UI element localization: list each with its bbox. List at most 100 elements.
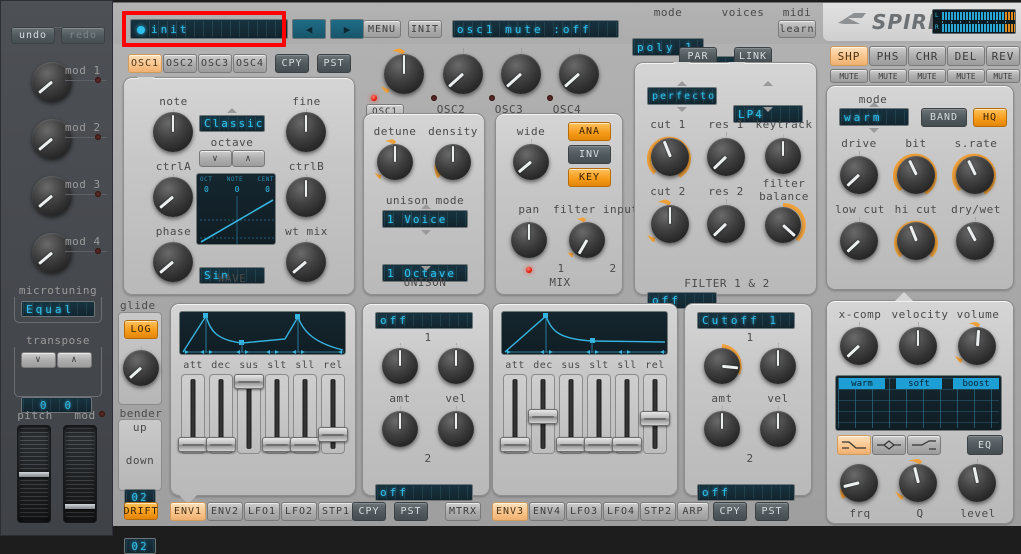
tab-shp[interactable]: SHP xyxy=(830,46,868,66)
tab-lfo3[interactable]: LFO3 xyxy=(566,502,602,521)
env1-sll-slider[interactable] xyxy=(290,374,320,454)
tab-rev[interactable]: REV xyxy=(986,46,1020,66)
env-left-paste-button[interactable]: PST xyxy=(394,502,428,521)
tab-osc2[interactable]: OSC2 xyxy=(163,54,197,73)
env3-mod-top-display[interactable]: Cutoff 1 xyxy=(697,312,795,329)
eq-shelf-low-button[interactable] xyxy=(837,435,871,455)
env3-graph[interactable] xyxy=(501,311,668,355)
pan-knob[interactable] xyxy=(506,217,552,263)
env3-vel1-knob[interactable] xyxy=(755,343,801,389)
tab-lfo4[interactable]: LFO4 xyxy=(603,502,639,521)
mute-phs-button[interactable]: MUTE xyxy=(869,69,907,83)
algo-up-arrow-icon[interactable] xyxy=(227,108,237,113)
res1-knob[interactable] xyxy=(701,132,751,182)
transpose-up-button[interactable]: ∧ xyxy=(57,352,92,368)
fx-mode-up-arrow-icon[interactable] xyxy=(869,102,879,107)
filter-type-down-arrow-icon[interactable] xyxy=(763,107,773,112)
xcomp-knob[interactable] xyxy=(835,322,883,370)
tab-arp[interactable]: ARP xyxy=(677,502,709,521)
osc1-level-knob[interactable] xyxy=(378,48,430,100)
eq-shelf-high-button[interactable] xyxy=(907,435,941,455)
env1-mod-bottom-display[interactable]: off xyxy=(375,484,473,501)
bender-down-display[interactable]: 02 xyxy=(124,538,156,554)
srate-knob[interactable] xyxy=(951,151,999,199)
midi-learn-button[interactable]: learn xyxy=(778,20,816,38)
res2-knob[interactable] xyxy=(701,199,751,249)
tab-chr[interactable]: CHR xyxy=(908,46,946,66)
undo-button[interactable]: undo xyxy=(11,27,55,44)
env1-att-slider[interactable] xyxy=(178,374,208,454)
tab-env2[interactable]: ENV2 xyxy=(207,502,243,521)
init-button[interactable]: INIT xyxy=(408,20,442,38)
env1-vel2-knob[interactable] xyxy=(433,406,479,452)
unison-octave-down-arrow-icon[interactable] xyxy=(421,266,431,271)
redo-button[interactable]: redo xyxy=(61,27,105,44)
env1-slt-slider[interactable] xyxy=(262,374,292,454)
env-right-copy-button[interactable]: CPY xyxy=(713,502,747,521)
mute-shp-button[interactable]: MUTE xyxy=(830,69,868,83)
frq-knob[interactable] xyxy=(835,459,883,507)
note-knob[interactable] xyxy=(150,109,196,155)
eq-button[interactable]: EQ xyxy=(967,435,1003,455)
tab-del[interactable]: DEL xyxy=(947,46,985,66)
env-left-copy-button[interactable]: CPY xyxy=(352,502,386,521)
velocity-knob[interactable] xyxy=(894,322,942,370)
density-knob[interactable] xyxy=(430,139,476,185)
env1-vel1-knob[interactable] xyxy=(433,343,479,389)
preset-next-button[interactable]: ▶ xyxy=(330,19,364,39)
env3-sus-slider[interactable] xyxy=(556,374,586,454)
eq-band-boost[interactable]: boost xyxy=(953,378,999,389)
wtmix-knob[interactable] xyxy=(283,239,329,285)
tab-stp2[interactable]: STP2 xyxy=(640,502,676,521)
preset-display[interactable]: init xyxy=(130,19,288,39)
env3-att-slider[interactable] xyxy=(500,374,530,454)
menu-button[interactable]: MENU xyxy=(363,20,401,38)
env1-mod-top-display[interactable]: off xyxy=(375,312,473,329)
filter-preset-up-arrow-icon[interactable] xyxy=(677,81,687,86)
env3-amt1-knob[interactable] xyxy=(699,343,745,389)
osc-paste-button[interactable]: PST xyxy=(317,54,351,73)
env1-sus-slider[interactable] xyxy=(234,374,264,454)
filter-preset-down-arrow-icon[interactable] xyxy=(677,107,687,112)
ctrlb-knob[interactable] xyxy=(283,174,329,220)
env-right-paste-button[interactable]: PST xyxy=(755,502,789,521)
tab-phs[interactable]: PHS xyxy=(869,46,907,66)
env1-amt1-knob[interactable] xyxy=(377,343,423,389)
key-button[interactable]: KEY xyxy=(568,168,611,187)
unison-voice-display[interactable]: 1 Voice xyxy=(382,210,468,228)
osc4-level-knob[interactable] xyxy=(553,48,605,100)
env3-sll-slider[interactable] xyxy=(612,374,642,454)
band-button[interactable]: BAND xyxy=(921,108,967,127)
ana-button[interactable]: ANA xyxy=(568,122,611,141)
keytrack-knob[interactable] xyxy=(761,134,805,178)
matrix-button[interactable]: MTRX xyxy=(445,502,481,521)
microtuning-display[interactable]: Equal xyxy=(21,301,95,317)
level-knob[interactable] xyxy=(953,459,1001,507)
drywet-knob[interactable] xyxy=(951,217,999,265)
env1-graph[interactable] xyxy=(179,311,346,355)
tab-stp1[interactable]: STP1 xyxy=(318,502,354,521)
glide-log-button[interactable]: LOG xyxy=(124,320,158,339)
env3-rel-slider[interactable] xyxy=(640,374,670,454)
eq-band-soft[interactable]: soft xyxy=(896,378,942,389)
mod-wheel[interactable] xyxy=(63,425,97,523)
bit-knob[interactable] xyxy=(892,151,940,199)
osc2-level-knob[interactable] xyxy=(437,48,489,100)
cut1-knob[interactable] xyxy=(645,132,695,182)
filter-input-knob[interactable] xyxy=(564,217,610,263)
tab-osc1[interactable]: OSC1 xyxy=(128,54,162,73)
eq-band-warm[interactable]: warm xyxy=(839,378,885,389)
env3-amt2-knob[interactable] xyxy=(699,406,745,452)
cut2-knob[interactable] xyxy=(645,199,695,249)
inv-button[interactable]: INV xyxy=(568,145,611,164)
octave-up-button[interactable]: ∧ xyxy=(232,150,265,167)
filter-type-up-arrow-icon[interactable] xyxy=(763,81,773,86)
env1-amt2-knob[interactable] xyxy=(377,406,423,452)
env1-dec-slider[interactable] xyxy=(206,374,236,454)
transpose-down-button[interactable]: ∨ xyxy=(21,352,56,368)
tab-env1[interactable]: ENV1 xyxy=(170,502,206,521)
eq-bell-button[interactable] xyxy=(872,435,906,455)
wide-knob[interactable] xyxy=(508,139,554,185)
volume-knob[interactable] xyxy=(953,322,1001,370)
mute-chr-button[interactable]: MUTE xyxy=(908,69,946,83)
